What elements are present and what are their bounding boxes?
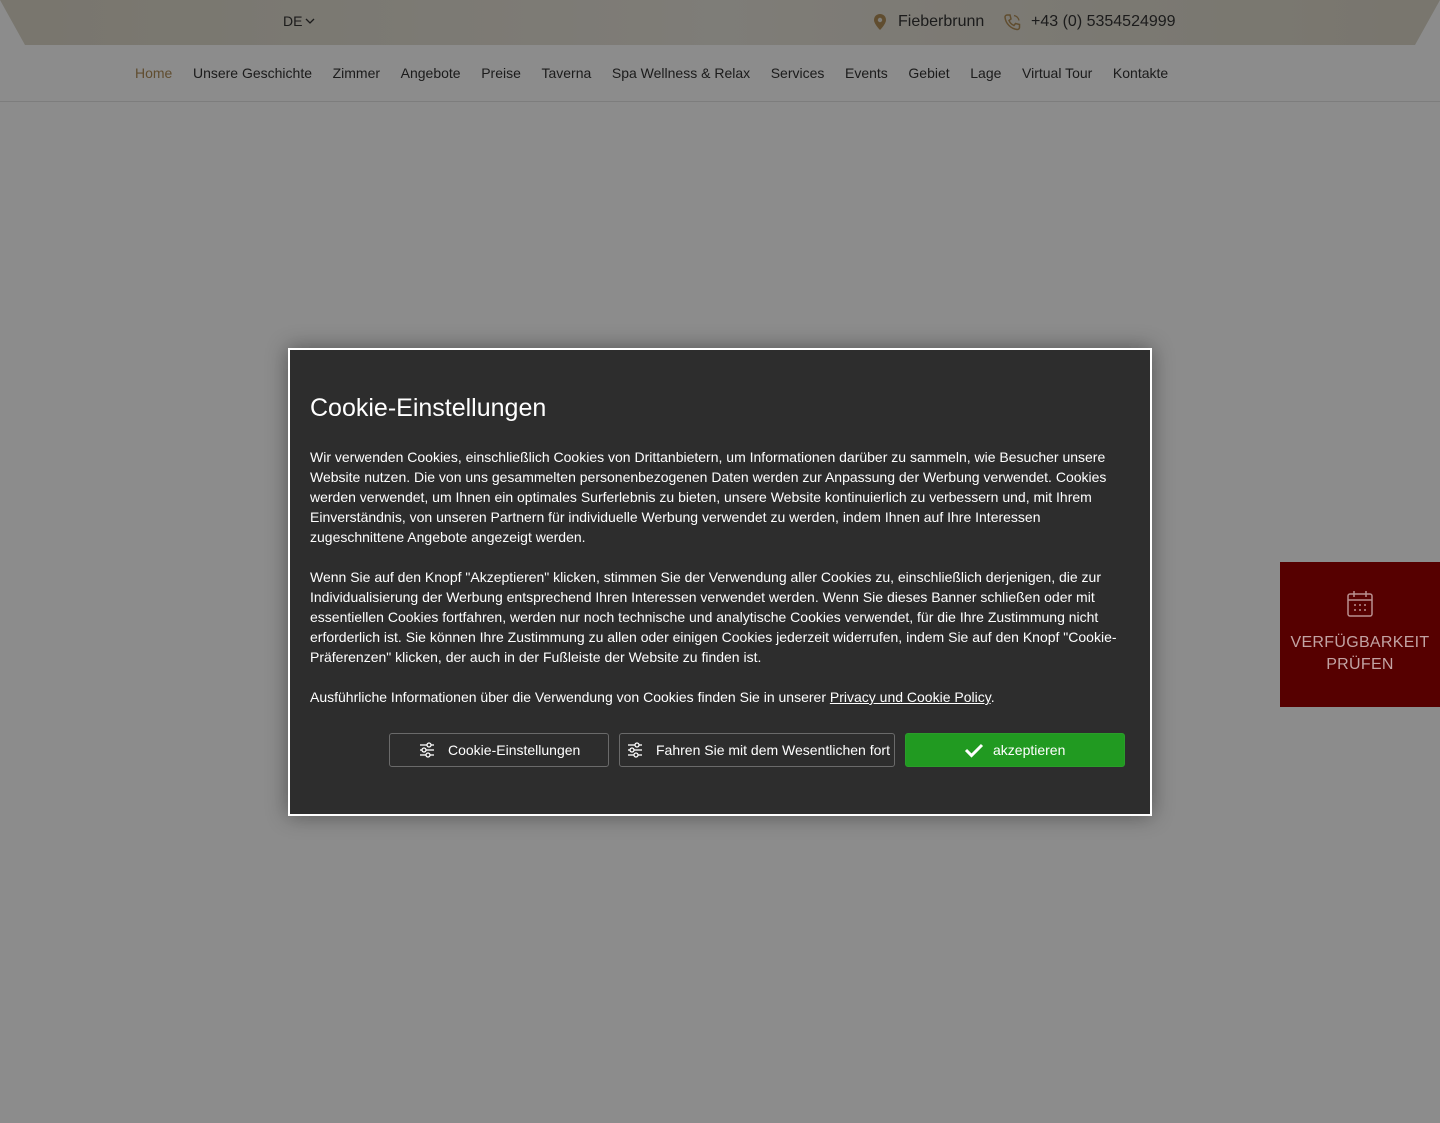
cookie-paragraph-3-prefix: Ausführliche Informationen über die Verw… <box>310 689 830 705</box>
privacy-policy-link[interactable]: Privacy und Cookie Policy <box>830 689 991 705</box>
essential-only-label: Fahren Sie mit dem Wesentlichen fort <box>656 742 890 758</box>
cookie-paragraph-3: Ausführliche Informationen über die Verw… <box>310 687 1130 707</box>
check-availability-button[interactable]: VERFÜGBARKEIT PRÜFEN <box>1280 562 1440 707</box>
essential-only-button[interactable]: Fahren Sie mit dem Wesentlichen fort <box>619 733 895 767</box>
cookie-paragraph-2: Wenn Sie auf den Knopf "Akzeptieren" kli… <box>310 569 1117 665</box>
accept-label: akzeptieren <box>993 742 1066 758</box>
cookie-dialog: Cookie-Einstellungen Wir verwenden Cooki… <box>288 348 1152 816</box>
check-availability-label: VERFÜGBARKEIT PRÜFEN <box>1290 634 1430 673</box>
cookie-paragraph-1: Wir verwenden Cookies, einschließlich Co… <box>310 449 1107 545</box>
checkmark-icon <box>964 742 984 758</box>
accept-button[interactable]: akzeptieren <box>905 733 1125 767</box>
cookie-settings-label: Cookie-Einstellungen <box>448 742 581 758</box>
cookie-settings-button[interactable]: Cookie-Einstellungen <box>389 733 609 767</box>
cookie-paragraph-3-suffix: . <box>990 689 995 705</box>
sliders-icon <box>418 742 436 758</box>
sliders-icon <box>626 742 644 758</box>
cookie-dialog-title: Cookie-Einstellungen <box>310 394 547 422</box>
calendar-icon <box>1347 591 1373 617</box>
